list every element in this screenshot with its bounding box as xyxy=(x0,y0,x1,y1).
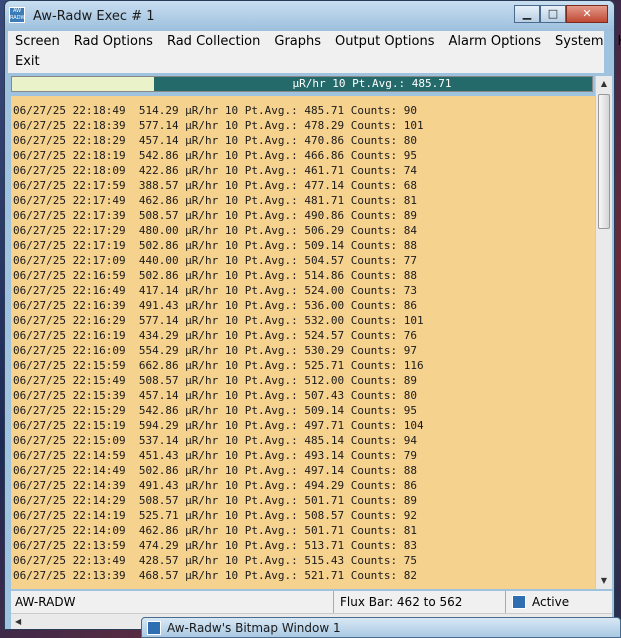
log-row: 06/27/25 22:16:49 417.14 µR/hr 10 Pt.Avg… xyxy=(13,284,417,297)
vertical-scrollbar[interactable]: ▲ ▼ xyxy=(595,76,612,589)
status-bar: AW-RADW Flux Bar: 462 to 562 Active xyxy=(11,591,612,613)
log-row: 06/27/25 22:18:29 457.14 µR/hr 10 Pt.Avg… xyxy=(13,134,417,147)
log-row: 06/27/25 22:17:29 480.00 µR/hr 10 Pt.Avg… xyxy=(13,224,417,237)
status-state: Active xyxy=(505,591,569,613)
status-state-label: Active xyxy=(532,595,570,609)
log-row: 06/27/25 22:17:39 508.57 µR/hr 10 Pt.Avg… xyxy=(13,209,417,222)
menu-row: Exit xyxy=(8,51,604,71)
menu-item-screen[interactable]: Screen xyxy=(8,34,67,49)
log-row: 06/27/25 22:16:29 577.14 µR/hr 10 Pt.Avg… xyxy=(13,314,424,327)
log-row: 06/27/25 22:15:59 662.86 µR/hr 10 Pt.Avg… xyxy=(13,359,424,372)
log-row: 06/27/25 22:14:29 508.57 µR/hr 10 Pt.Avg… xyxy=(13,494,417,507)
menu-item-help[interactable]: Help xyxy=(611,34,621,49)
status-flux-range: Flux Bar: 462 to 562 xyxy=(333,591,462,613)
scroll-down-arrow-icon[interactable]: ▼ xyxy=(596,573,612,589)
log-row: 06/27/25 22:16:09 554.29 µR/hr 10 Pt.Avg… xyxy=(13,344,417,357)
log-row: 06/27/25 22:14:19 525.71 µR/hr 10 Pt.Avg… xyxy=(13,509,417,522)
app-icon[interactable]: AW RADW xyxy=(9,7,26,23)
log-row: 06/27/25 22:16:39 491.43 µR/hr 10 Pt.Avg… xyxy=(13,299,417,312)
log-row: 06/27/25 22:14:09 462.86 µR/hr 10 Pt.Avg… xyxy=(13,524,417,537)
log-row: 06/27/25 22:16:59 502.86 µR/hr 10 Pt.Avg… xyxy=(13,269,417,282)
reading-log[interactable]: 06/27/25 22:18:49 514.29 µR/hr 10 Pt.Avg… xyxy=(11,96,595,589)
log-row: 06/27/25 22:15:49 508.57 µR/hr 10 Pt.Avg… xyxy=(13,374,417,387)
menu-item-rad-options[interactable]: Rad Options xyxy=(67,34,160,49)
bitmap-window-title: Aw-Radw's Bitmap Window 1 xyxy=(167,621,341,635)
log-row: 06/27/25 22:15:19 594.29 µR/hr 10 Pt.Avg… xyxy=(13,419,424,432)
log-row: 06/27/25 22:15:09 537.14 µR/hr 10 Pt.Avg… xyxy=(13,434,417,447)
log-row: 06/27/25 22:17:49 462.86 µR/hr 10 Pt.Avg… xyxy=(13,194,417,207)
log-row: 06/27/25 22:14:59 451.43 µR/hr 10 Pt.Avg… xyxy=(13,449,417,462)
minimize-button[interactable]: ▁ xyxy=(514,5,540,23)
average-gauge: µR/hr 10 Pt.Avg.: 485.71 xyxy=(11,76,593,92)
menu-item-rad-collection[interactable]: Rad Collection xyxy=(160,34,267,49)
scroll-up-arrow-icon[interactable]: ▲ xyxy=(596,76,612,92)
menu-item-exit[interactable]: Exit xyxy=(8,54,47,69)
maximize-button[interactable]: □ xyxy=(540,5,566,23)
window-title: Aw-Radw Exec # 1 xyxy=(33,9,155,24)
close-button[interactable]: ✕ xyxy=(566,5,608,23)
menu-item-output-options[interactable]: Output Options xyxy=(328,34,441,49)
scroll-left-arrow-icon[interactable]: ◀ xyxy=(15,614,21,630)
app-icon xyxy=(512,595,526,609)
log-row: 06/27/25 22:15:39 457.14 µR/hr 10 Pt.Avg… xyxy=(13,389,417,402)
scroll-thumb[interactable] xyxy=(598,94,610,229)
menu-item-graphs[interactable]: Graphs xyxy=(267,34,328,49)
log-row: 06/27/25 22:13:39 468.57 µR/hr 10 Pt.Avg… xyxy=(13,569,417,582)
log-row: 06/27/25 22:14:49 502.86 µR/hr 10 Pt.Avg… xyxy=(13,464,417,477)
log-row: 06/27/25 22:17:59 388.57 µR/hr 10 Pt.Avg… xyxy=(13,179,417,192)
menu-bar: Screen Rad Options Rad Collection Graphs Out… xyxy=(8,31,621,73)
title-bar[interactable]: AW RADW Aw-Radw Exec # 1 ▁ □ ✕ xyxy=(5,1,614,31)
log-row: 06/27/25 22:18:49 514.29 µR/hr 10 Pt.Avg… xyxy=(13,104,417,117)
log-row: 06/27/25 22:18:39 577.14 µR/hr 10 Pt.Avg… xyxy=(13,119,424,132)
log-row: 06/27/25 22:13:49 428.57 µR/hr 10 Pt.Avg… xyxy=(13,554,417,567)
log-row: 06/27/25 22:13:59 474.29 µR/hr 10 Pt.Avg… xyxy=(13,539,417,552)
log-row: 06/27/25 22:15:29 542.86 µR/hr 10 Pt.Avg… xyxy=(13,404,417,417)
menu-item-system[interactable]: System xyxy=(548,34,610,49)
log-row: 06/27/25 22:18:09 422.86 µR/hr 10 Pt.Avg… xyxy=(13,164,417,177)
menu-row: Screen Rad Options Rad Collection Graphs Out… xyxy=(8,31,621,51)
menu-item-alarm-options[interactable]: Alarm Options xyxy=(441,34,548,49)
gauge-label: µR/hr 10 Pt.Avg.: 485.71 xyxy=(292,77,452,90)
log-row: 06/27/25 22:18:19 542.86 µR/hr 10 Pt.Avg… xyxy=(13,149,417,162)
log-row: 06/27/25 22:14:39 491.43 µR/hr 10 Pt.Avg… xyxy=(13,479,417,492)
status-app-name: AW-RADW xyxy=(15,595,76,609)
bitmap-window-tab[interactable]: Aw-Radw's Bitmap Window 1 xyxy=(141,617,621,638)
log-row: 06/27/25 22:17:19 502.86 µR/hr 10 Pt.Avg… xyxy=(13,239,417,252)
window-controls: ▁ □ ✕ xyxy=(514,5,608,23)
log-row: 06/27/25 22:16:19 434.29 µR/hr 10 Pt.Avg… xyxy=(13,329,417,342)
log-row: 06/27/25 22:17:09 440.00 µR/hr 10 Pt.Avg… xyxy=(13,254,417,267)
app-icon xyxy=(147,621,161,635)
main-window: AW RADW Aw-Radw Exec # 1 ▁ □ ✕ Screen Rad… xyxy=(4,0,621,630)
